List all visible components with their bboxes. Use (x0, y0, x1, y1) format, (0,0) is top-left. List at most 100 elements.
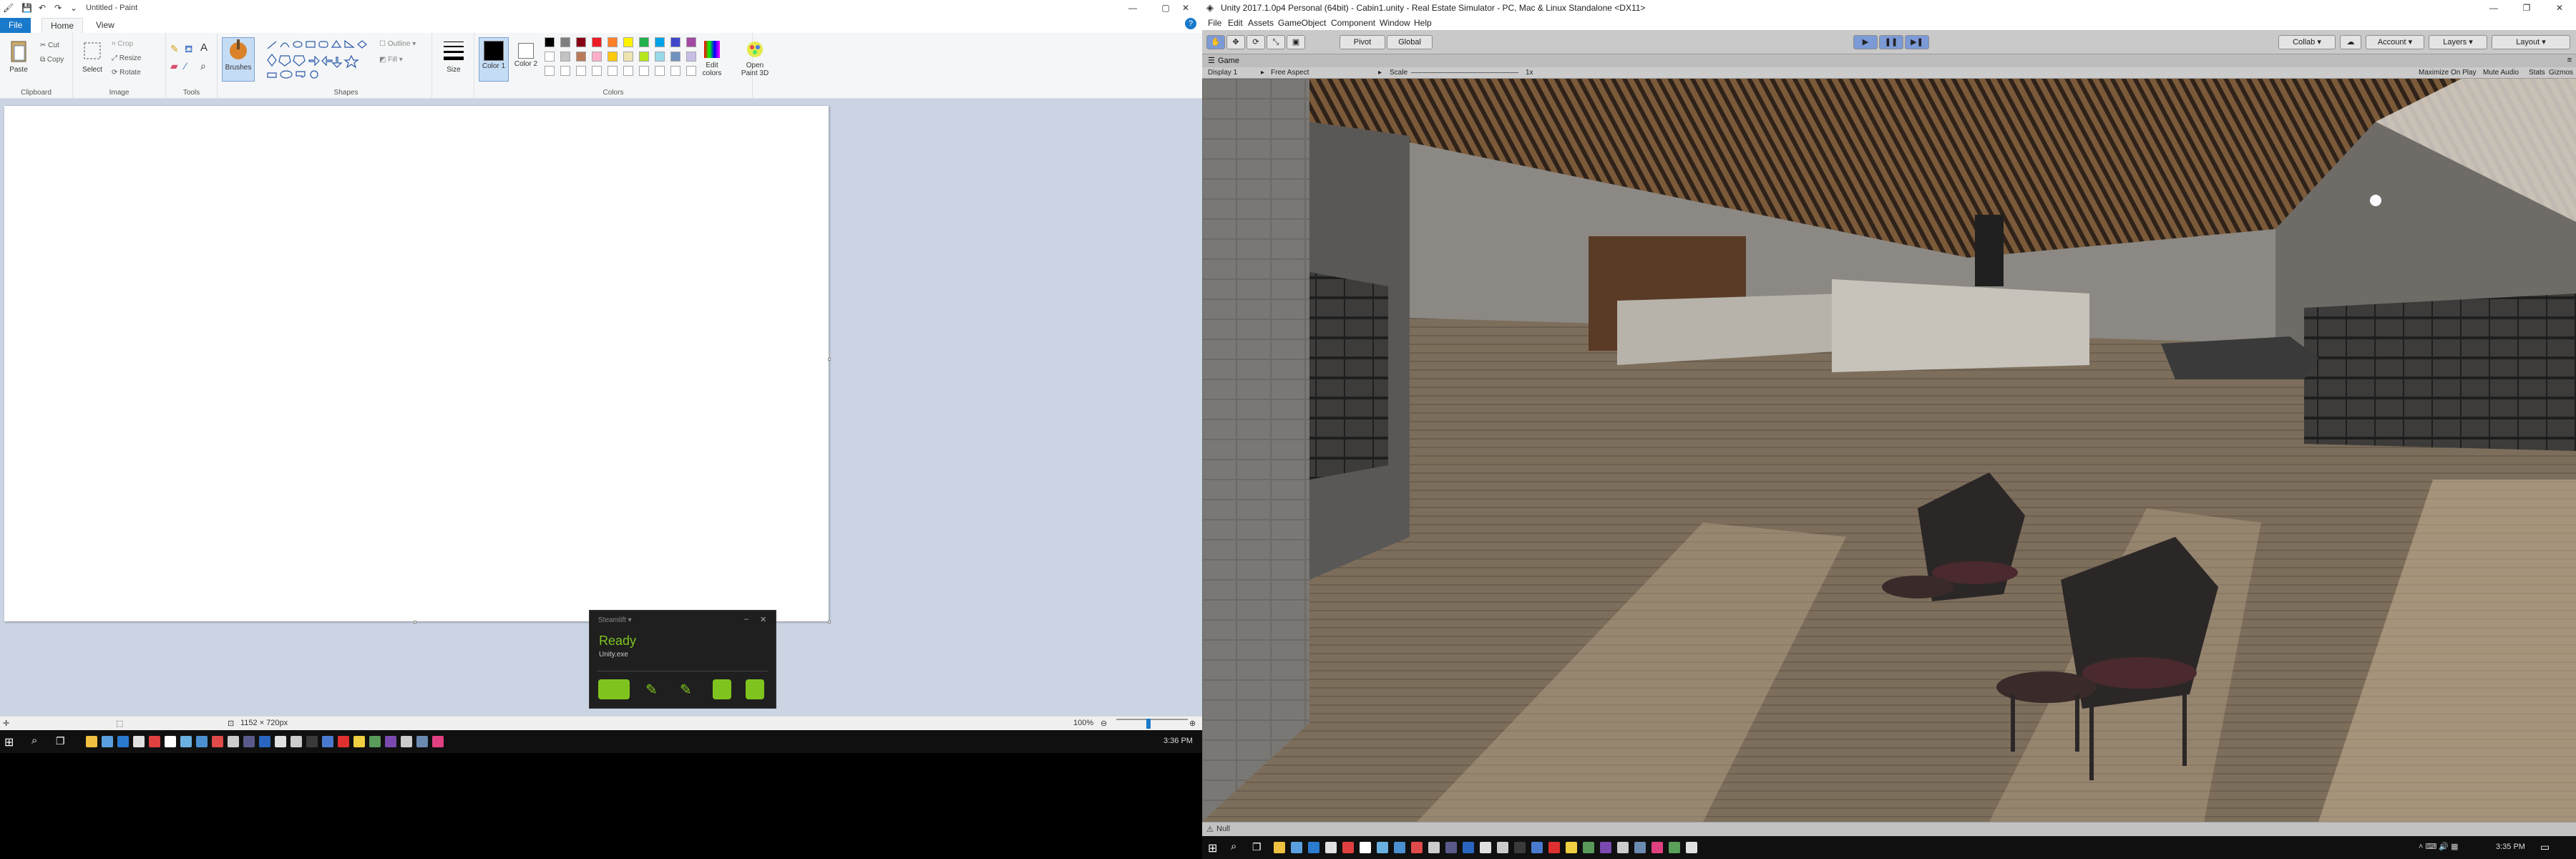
console-status-text[interactable]: Null (1216, 825, 1230, 833)
taskbar-app-icon[interactable] (1360, 842, 1371, 853)
pause-button[interactable]: ❚❚ (1879, 35, 1903, 49)
copy-button[interactable]: ⧉ Copy (40, 56, 64, 64)
steamlift-minimize-button[interactable]: – (744, 615, 748, 623)
steamlift-mic-icon[interactable]: ✎ (645, 681, 658, 699)
taskbar-app-icon[interactable] (1325, 842, 1337, 853)
taskbar-app-icon[interactable] (1497, 842, 1508, 853)
zoom-in-button[interactable]: ⊕ (1189, 719, 1196, 728)
rotate-tool-button[interactable]: ⟳ (1246, 35, 1265, 49)
taskbar-app-icon[interactable] (212, 736, 223, 747)
aspect-dropdown-arrow[interactable]: ▸ (1378, 69, 1382, 77)
color-swatch[interactable] (608, 52, 618, 62)
help-icon[interactable]: ? (1185, 18, 1196, 29)
hand-tool-button[interactable]: ✋ (1206, 35, 1225, 49)
notifications-icon[interactable]: ▭ (2540, 841, 2550, 853)
taskbar-app-icon[interactable] (102, 736, 113, 747)
steamlift-close-button[interactable]: ✕ (760, 615, 766, 624)
taskbar-app-icon[interactable] (1566, 842, 1577, 853)
color-swatch[interactable] (545, 37, 555, 47)
display-dropdown-arrow[interactable]: ▸ (1261, 69, 1264, 77)
color-swatch[interactable] (545, 52, 555, 62)
task-view-icon[interactable]: ❐ (1252, 841, 1262, 853)
taskbar-app-icon[interactable] (1394, 842, 1405, 853)
unity-close-button[interactable]: ✕ (2543, 0, 2576, 16)
taskbar-app-icon[interactable] (1652, 842, 1663, 853)
menu-component[interactable]: Component (1331, 18, 1375, 28)
taskbar-app-icon[interactable] (1342, 842, 1354, 853)
resize-handle-corner[interactable] (828, 621, 831, 623)
step-button[interactable]: ▶❚ (1905, 35, 1929, 49)
color-swatch[interactable] (560, 37, 570, 47)
taskbar-app-icon[interactable] (117, 736, 129, 747)
edit-colors-button[interactable]: Edit colors (699, 39, 725, 77)
minimize-button[interactable]: — (1116, 0, 1149, 16)
color-swatch[interactable] (576, 52, 586, 62)
custom-color-slot[interactable] (623, 66, 633, 76)
menu-assets[interactable]: Assets (1248, 18, 1274, 28)
taskbar-app-icon[interactable] (180, 736, 192, 747)
taskbar-clock-right[interactable]: 3:35 PM (2496, 843, 2525, 851)
color-swatch[interactable] (560, 52, 570, 62)
taskbar-app-icon[interactable] (165, 736, 176, 747)
windows-start-icon[interactable]: ⊞ (4, 735, 14, 749)
taskbar-app-icon[interactable] (1531, 842, 1543, 853)
taskbar-app-icon[interactable] (1634, 842, 1646, 853)
layout-dropdown[interactable]: Layout ▾ (2492, 35, 2570, 49)
color-swatch[interactable] (592, 37, 602, 47)
custom-color-slot[interactable] (545, 66, 555, 76)
taskbar-app-icon[interactable] (275, 736, 286, 747)
color-swatch[interactable] (639, 37, 649, 47)
eraser-icon[interactable]: ▰ (170, 60, 178, 72)
taskbar-app-icon[interactable] (416, 736, 428, 747)
redo-icon[interactable]: ↷ (54, 3, 62, 13)
magnifier-icon[interactable]: ⌕ (200, 60, 206, 72)
steamlift-mic-alt-icon[interactable]: ✎ (680, 681, 692, 699)
zoom-slider-thumb[interactable] (1146, 719, 1151, 729)
rect-tool-button[interactable]: ▣ (1287, 35, 1305, 49)
taskbar-app-icon[interactable] (1583, 842, 1594, 853)
account-dropdown[interactable]: Account ▾ (2366, 35, 2424, 49)
taskbar-app-icon[interactable] (1686, 842, 1697, 853)
paste-button[interactable]: Paste (4, 39, 33, 74)
collab-dropdown[interactable]: Collab ▾ (2278, 35, 2336, 49)
taskbar-app-icon[interactable] (401, 736, 412, 747)
game-viewport[interactable] (1202, 79, 2576, 822)
taskbar-app-icon[interactable] (1514, 842, 1526, 853)
size-button[interactable]: Size (438, 39, 469, 74)
taskbar-app-icon[interactable] (338, 736, 349, 747)
cut-button[interactable]: ✂ Cut (40, 42, 59, 49)
menu-gameobject[interactable]: GameObject (1278, 18, 1326, 28)
color-swatch[interactable] (670, 52, 680, 62)
crop-button[interactable]: ⌗ Crop (112, 40, 133, 48)
panel-menu-icon[interactable]: ≡ (2567, 56, 2572, 64)
taskbar-app-icon[interactable] (306, 736, 318, 747)
move-tool-button[interactable]: ✥ (1226, 35, 1245, 49)
taskbar-app-icon[interactable] (1274, 842, 1285, 853)
taskbar-clock-left[interactable]: 3:36 PM (1163, 737, 1193, 745)
taskbar-app-icon[interactable] (353, 736, 365, 747)
menu-window[interactable]: Window (1380, 18, 1410, 28)
custom-color-slot[interactable] (670, 66, 680, 76)
custom-color-slot[interactable] (592, 66, 602, 76)
pivot-toggle[interactable]: Pivot (1340, 35, 1385, 49)
taskbar-app-icon[interactable] (259, 736, 270, 747)
taskbar-app-icon[interactable] (1669, 842, 1680, 853)
color-swatch[interactable] (655, 37, 665, 47)
select-button[interactable]: Select (79, 39, 106, 74)
color-swatch[interactable] (608, 37, 618, 47)
brushes-button[interactable]: Brushes (222, 37, 255, 82)
taskbar-app-icon[interactable] (1411, 842, 1423, 853)
tab-file[interactable]: File (0, 18, 31, 33)
taskbar-app-icon[interactable] (1445, 842, 1457, 853)
search-icon[interactable]: ⌕ (31, 734, 37, 747)
custom-color-slot[interactable] (639, 66, 649, 76)
open-paint3d-button[interactable]: Open Paint 3D (737, 39, 773, 77)
color-swatch[interactable] (592, 52, 602, 62)
custom-color-slot[interactable] (576, 66, 586, 76)
system-tray-icons[interactable]: ˄ ⌨ 🔊 ▦ (2419, 842, 2459, 851)
display-dropdown[interactable]: Display 1 (1208, 69, 1237, 77)
undo-icon[interactable]: ↶ (39, 3, 46, 13)
resize-handle-right[interactable] (828, 358, 831, 361)
color-swatch[interactable] (576, 37, 586, 47)
menu-file[interactable]: File (1208, 18, 1221, 28)
